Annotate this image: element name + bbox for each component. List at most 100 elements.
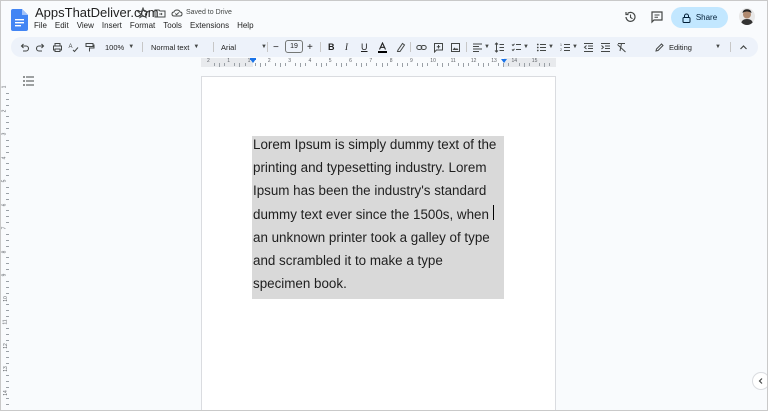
vertical-ruler-tick [6,398,9,400]
clear-formatting-button[interactable] [616,41,627,53]
comments-icon[interactable] [650,10,664,24]
paint-format-button[interactable] [84,41,95,53]
left-indent-marker[interactable] [250,59,256,63]
undo-button[interactable] [19,41,30,53]
editing-mode-select[interactable]: Editing ▼ [654,41,721,53]
editing-mode-label: Editing [669,42,692,52]
ruler-tick [285,63,287,66]
menu-file[interactable]: File [34,21,47,30]
ruler-label: 14 [511,58,518,64]
increase-font-size-button[interactable]: + [307,41,313,53]
menu-view[interactable]: View [77,21,94,30]
menu-format[interactable]: Format [130,21,155,30]
ruler-tick [366,63,368,66]
spellcheck-icon: A [69,44,79,52]
zoom-select[interactable]: 100% ▼ [105,41,134,53]
document-line: dummy text ever since the 1500s, when [253,206,489,222]
checklist-button[interactable]: ▼ [511,41,529,53]
line-spacing-button[interactable] [494,41,505,53]
spellcheck-button[interactable]: A [68,41,79,53]
numbered-list-button[interactable]: 1 2 ▼ [560,41,578,53]
vertical-ruler-tick [6,192,9,194]
highlight-button[interactable] [395,41,406,53]
ruler-tick [538,63,540,66]
image-icon [451,42,460,52]
ruler-label: 9 [410,58,413,64]
vertical-ruler-tick [6,104,9,106]
bold-button[interactable]: B [328,41,335,53]
menu-edit[interactable]: Edit [55,21,69,30]
underline-button[interactable]: U [361,41,368,53]
right-indent-marker[interactable] [501,59,507,63]
ruler-tick [305,63,307,66]
avatar[interactable] [739,8,755,25]
collapse-menus-button[interactable] [738,41,749,53]
document-outline-icon[interactable] [23,76,35,86]
cloud-saved-icon[interactable] [171,7,183,19]
ruler-tick [214,63,216,66]
decrease-indent-button[interactable] [583,41,594,53]
pencil-icon [655,42,664,52]
toolbar-divider [730,42,731,52]
italic-button[interactable]: I [345,41,348,53]
toolbar-divider [320,42,321,52]
vertical-ruler-label: 9 [1,273,8,277]
vertical-ruler[interactable]: 1 2 3 4 5 6 7 8 9 10 11 12 13 14 [0,70,10,411]
decrease-font-size-button[interactable]: − [273,41,279,53]
ruler-tick [254,63,256,66]
italic-icon: I [345,42,348,52]
text-color-button[interactable] [377,41,388,53]
ruler-tick [361,63,363,67]
font-select[interactable]: Arial ▼ [221,41,267,53]
move-folder-icon[interactable] [154,7,166,19]
ruler-label: 11 [450,58,456,64]
font-size-input[interactable]: 19 [285,40,303,53]
toolbar-divider [142,42,143,52]
insert-image-button[interactable] [450,41,461,53]
side-panel-toggle-button[interactable] [752,372,768,390]
ruler-tick [356,63,358,66]
align-left-icon [473,43,482,52]
ruler-tick [528,63,530,66]
increase-indent-button[interactable] [600,41,611,53]
toolbar-divider [466,42,467,52]
toolbar-divider [410,42,411,52]
vertical-ruler-tick [6,404,9,406]
font-value: Arial [221,42,237,52]
text-color-icon [378,41,387,53]
print-button[interactable] [52,41,63,53]
insert-link-button[interactable] [416,41,427,53]
menu-insert[interactable]: Insert [102,21,122,30]
align-button[interactable]: ▼ [472,41,490,53]
document-line: and scrambled it to make a type [253,253,443,269]
vertical-ruler-tick [6,316,9,318]
ruler-label: 12 [470,58,477,64]
vertical-ruler-label: 4 [1,156,8,159]
ruler-tick [219,63,221,67]
document-body[interactable]: Lorem Ipsum is simply dummy text of the … [253,133,504,295]
title-bar: AppsThatDeliver.com Saved to Drive File … [0,0,768,36]
vertical-ruler-tick [6,163,9,165]
vertical-ruler-tick [6,151,9,153]
text-cursor [493,205,494,220]
vertical-ruler-label: 2 [1,109,8,112]
ruler-tick [325,63,327,66]
vertical-ruler-tick [6,357,9,359]
version-history-icon[interactable] [623,10,637,24]
star-icon[interactable] [137,7,149,19]
numbered-list-icon: 12 [560,43,570,52]
vertical-ruler-tick [6,122,9,124]
menu-extensions[interactable]: Extensions [190,21,229,30]
ruler-tick [376,63,378,66]
menu-tools[interactable]: Tools [163,21,182,30]
docs-logo-icon[interactable] [11,9,28,31]
redo-button[interactable] [35,41,46,53]
add-comment-button[interactable] [433,41,444,53]
style-select[interactable]: Normal text ▼ [151,41,199,53]
share-button[interactable]: Share [671,7,728,28]
vertical-ruler-tick [6,333,9,335]
vertical-ruler-tick [6,239,9,241]
menu-help[interactable]: Help [237,21,253,30]
ruler-label: 1 [227,58,231,64]
bulleted-list-button[interactable]: ▼ [536,41,554,53]
